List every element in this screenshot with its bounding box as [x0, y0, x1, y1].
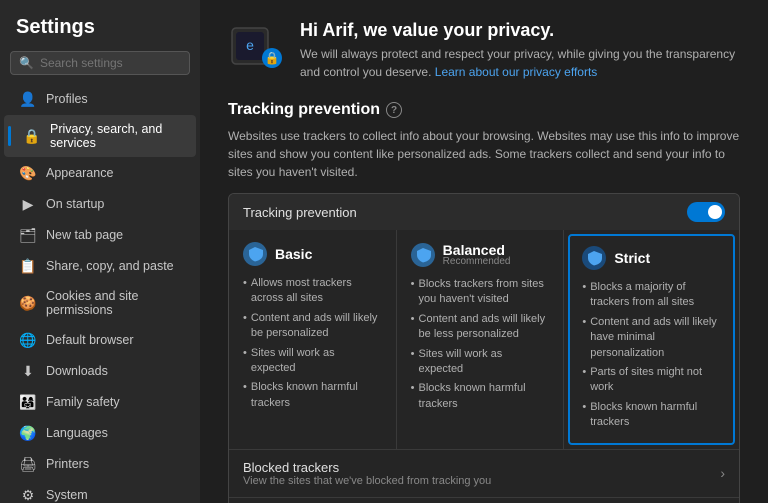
nav-label-system: System — [46, 488, 88, 502]
card-bullet-basic: Sites will work as expected — [243, 344, 382, 379]
nav-label-appearance: Appearance — [46, 166, 113, 180]
tracking-toggle[interactable] — [687, 202, 725, 222]
exceptions-row[interactable]: Exceptions Allow all trackers on sites y… — [229, 497, 739, 503]
card-bullet-strict: Content and ads will likely have minimal… — [582, 313, 721, 363]
card-subtitle-balanced: Recommended — [443, 256, 511, 267]
search-input[interactable] — [40, 56, 181, 70]
nav-list: 👤 Profiles 🔒 Privacy, search, and services 🎨… — [0, 83, 200, 503]
svg-text:e: e — [246, 37, 254, 53]
tracking-section-title: Tracking prevention ? — [228, 101, 740, 119]
card-title-strict: Strict — [614, 250, 650, 266]
nav-label-family: Family safety — [46, 395, 120, 409]
nav-icon-share: 📋 — [20, 258, 36, 274]
nav-label-newtab: New tab page — [46, 228, 123, 242]
sidebar-title: Settings — [0, 0, 200, 47]
nav-icon-downloads: ⬇ — [20, 363, 36, 379]
tracking-header-label: Tracking prevention — [243, 205, 357, 220]
sidebar-item-profiles[interactable]: 👤 Profiles — [4, 84, 196, 114]
nav-icon-default: 🌐 — [20, 332, 36, 348]
nav-label-cookies: Cookies and site permissions — [46, 289, 180, 317]
nav-icon-cookies: 🍪 — [20, 295, 36, 311]
blocked-trackers-row[interactable]: Blocked trackers View the sites that we'… — [229, 449, 739, 497]
search-icon: 🔍 — [19, 56, 34, 70]
sidebar-item-share[interactable]: 📋 Share, copy, and paste — [4, 251, 196, 281]
nav-icon-startup: ▶ — [20, 196, 36, 212]
privacy-banner: 🔒 e Hi Arif, we value your privacy. We w… — [228, 20, 740, 81]
track-card-basic[interactable]: Basic Allows most trackers across all sit… — [229, 230, 397, 449]
nav-label-languages: Languages — [46, 426, 108, 440]
blocked-trackers-sub: View the sites that we've blocked from t… — [243, 475, 491, 487]
nav-label-printers: Printers — [46, 457, 89, 471]
nav-icon-profiles: 👤 — [20, 91, 36, 107]
blocked-trackers-title: Blocked trackers — [243, 460, 491, 475]
card-bullet-basic: Content and ads will likely be personali… — [243, 309, 382, 344]
nav-label-profiles: Profiles — [46, 92, 88, 106]
sidebar-item-newtab[interactable]: 🗂 New tab page — [4, 220, 196, 250]
nav-label-downloads: Downloads — [46, 364, 108, 378]
search-box[interactable]: 🔍 — [10, 51, 190, 75]
card-icon-basic — [243, 242, 267, 266]
sidebar-item-system[interactable]: ⚙ System — [4, 480, 196, 503]
card-icon-strict — [582, 246, 606, 270]
privacy-banner-text: Hi Arif, we value your privacy. We will … — [300, 20, 740, 81]
card-bullet-balanced: Sites will work as expected — [411, 345, 550, 380]
privacy-efforts-link[interactable]: Learn about our privacy efforts — [435, 65, 598, 79]
banner-heading: Hi Arif, we value your privacy. — [300, 20, 740, 41]
track-card-strict[interactable]: Strict Blocks a majority of trackers from… — [568, 234, 735, 445]
sidebar-item-startup[interactable]: ▶ On startup — [4, 189, 196, 219]
nav-icon-languages: 🌍 — [20, 425, 36, 441]
tracking-box: Tracking prevention Basic Allows most tra… — [228, 193, 740, 503]
track-card-balanced[interactable]: BalancedRecommendedBlocks trackers from … — [397, 230, 565, 449]
card-icon-balanced — [411, 243, 435, 267]
privacy-icon: 🔒 e — [228, 20, 284, 76]
sidebar-item-printers[interactable]: 🖨 Printers — [4, 449, 196, 479]
sidebar-item-privacy[interactable]: 🔒 Privacy, search, and services — [4, 115, 196, 157]
sidebar: Settings 🔍 👤 Profiles 🔒 Privacy, search, an… — [0, 0, 200, 503]
blocked-trackers-chevron: › — [720, 465, 725, 481]
card-bullet-balanced: Blocks known harmful trackers — [411, 379, 550, 414]
card-bullet-strict: Blocks known harmful trackers — [582, 398, 721, 433]
svg-text:🔒: 🔒 — [265, 51, 280, 65]
sidebar-item-downloads[interactable]: ⬇ Downloads — [4, 356, 196, 386]
sidebar-item-cookies[interactable]: 🍪 Cookies and site permissions — [4, 282, 196, 324]
tracking-cards: Basic Allows most trackers across all sit… — [229, 230, 739, 449]
nav-icon-newtab: 🗂 — [20, 227, 36, 243]
card-bullet-strict: Blocks a majority of trackers from all s… — [582, 278, 721, 313]
nav-icon-appearance: 🎨 — [20, 165, 36, 181]
sidebar-item-languages[interactable]: 🌍 Languages — [4, 418, 196, 448]
nav-icon-system: ⚙ — [20, 487, 36, 503]
sidebar-item-default[interactable]: 🌐 Default browser — [4, 325, 196, 355]
card-bullet-basic: Blocks known harmful trackers — [243, 378, 382, 413]
card-bullet-strict: Parts of sites might not work — [582, 363, 721, 398]
nav-icon-family: 👨‍👩‍👧 — [20, 394, 36, 410]
card-bullet-balanced: Blocks trackers from sites you haven't v… — [411, 275, 550, 310]
card-bullet-balanced: Content and ads will likely be less pers… — [411, 310, 550, 345]
sidebar-item-appearance[interactable]: 🎨 Appearance — [4, 158, 196, 188]
card-bullet-basic: Allows most trackers across all sites — [243, 274, 382, 309]
main-content: 🔒 e Hi Arif, we value your privacy. We w… — [200, 0, 768, 503]
tracking-section-desc: Websites use trackers to collect info ab… — [228, 127, 740, 181]
nav-icon-privacy: 🔒 — [24, 128, 40, 144]
card-title-basic: Basic — [275, 246, 312, 262]
tracking-header: Tracking prevention — [229, 194, 739, 230]
banner-desc: We will always protect and respect your … — [300, 45, 740, 81]
sidebar-item-family[interactable]: 👨‍👩‍👧 Family safety — [4, 387, 196, 417]
nav-label-privacy: Privacy, search, and services — [50, 122, 180, 150]
nav-label-startup: On startup — [46, 197, 104, 211]
nav-label-default: Default browser — [46, 333, 134, 347]
info-icon[interactable]: ? — [386, 102, 402, 118]
nav-label-share: Share, copy, and paste — [46, 259, 174, 273]
nav-icon-printers: 🖨 — [20, 456, 36, 472]
